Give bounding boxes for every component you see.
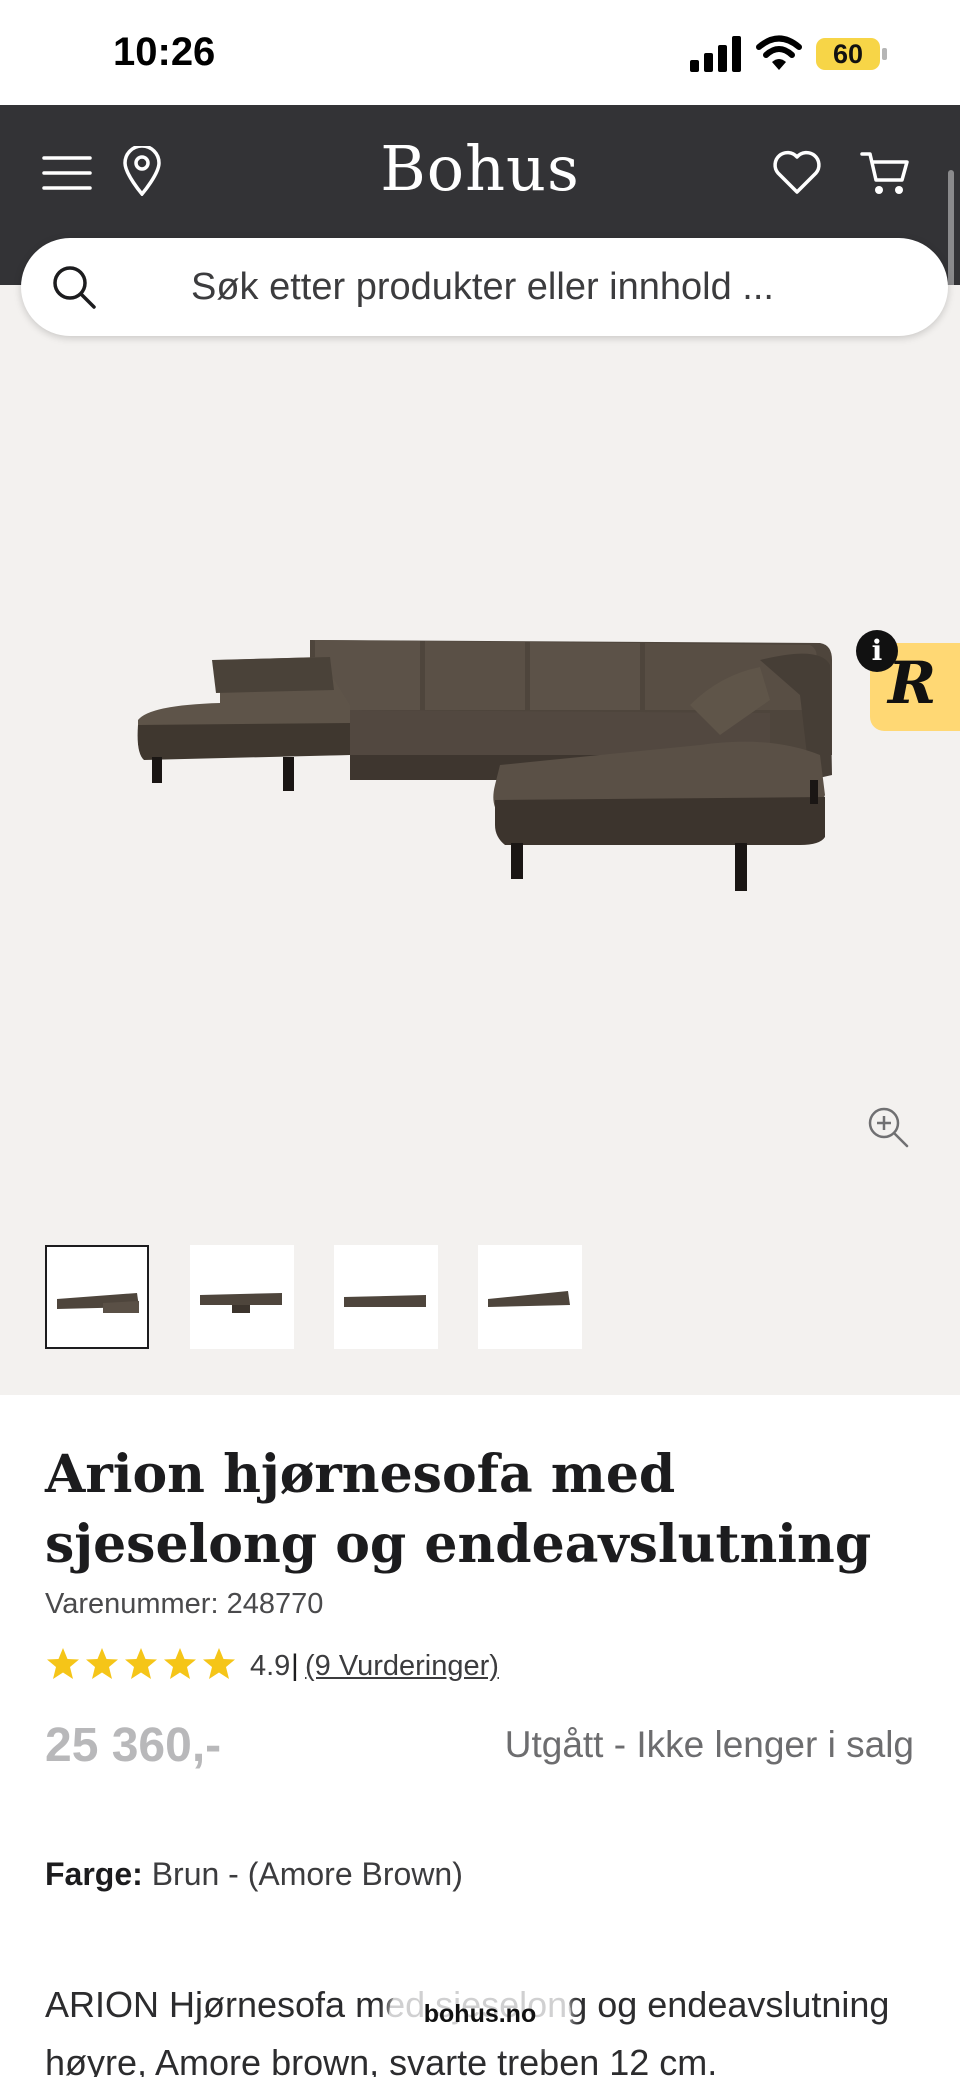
color-value: Brun - (Amore Brown) (151, 1856, 463, 1892)
star-icon (125, 1648, 157, 1679)
heart-icon[interactable] (772, 148, 822, 198)
color-row: Farge: Brun - (Amore Brown) (45, 1856, 463, 1893)
thumbnail-4[interactable] (478, 1245, 582, 1349)
location-pin-icon[interactable] (117, 146, 167, 196)
bohus-logo[interactable]: Bohus (330, 132, 630, 205)
status-time: 10:26 (113, 30, 216, 74)
menu-icon[interactable] (42, 148, 92, 198)
wifi-icon (756, 35, 802, 70)
reviews-link[interactable]: (9 Vurderinger) (305, 1650, 499, 1683)
cart-icon[interactable] (860, 148, 910, 198)
product-title: Arion hjørnesofa med sjeselong og endeav… (45, 1444, 872, 1575)
rating-value: 4.9 (250, 1650, 291, 1682)
product-gallery: R i (0, 285, 960, 1395)
star-icon (164, 1648, 196, 1679)
availability-status: Utgått - Ikke lenger i salg (504, 1724, 914, 1765)
search-bar[interactable] (21, 238, 948, 336)
sku-row: Varenummer: 248770 (45, 1588, 323, 1621)
thumbnail-sofa-icon (57, 1293, 139, 1313)
cellular-signal-icon (690, 36, 741, 72)
product-price: 25 360,- (45, 1719, 222, 1772)
product-image[interactable] (120, 605, 840, 915)
thumbnail-sofa-icon (488, 1291, 570, 1307)
thumbnail-sofa-icon (344, 1295, 426, 1307)
info-icon[interactable]: i (856, 630, 898, 672)
star-icon (47, 1648, 79, 1679)
browser-url-pill[interactable]: bohus.no (389, 1982, 571, 2046)
rating-separator: | (291, 1649, 299, 1682)
status-bar: 10:26 60 (0, 0, 960, 105)
rating-stars (45, 1646, 245, 1686)
sku-label: Varenummer: (45, 1588, 219, 1620)
battery-level: 60 (832, 39, 864, 69)
color-label: Farge: (45, 1856, 143, 1892)
search-input[interactable] (191, 262, 891, 312)
thumbnail-2[interactable] (190, 1245, 294, 1349)
thumbnail-3[interactable] (334, 1245, 438, 1349)
zoom-in-icon[interactable] (866, 1105, 910, 1149)
star-icon (203, 1648, 235, 1679)
thumbnail-sofa-icon (200, 1293, 282, 1313)
search-icon[interactable] (49, 262, 99, 312)
star-icon (86, 1648, 118, 1679)
thumbnail-1[interactable] (45, 1245, 149, 1349)
sku-value: 248770 (226, 1588, 324, 1620)
